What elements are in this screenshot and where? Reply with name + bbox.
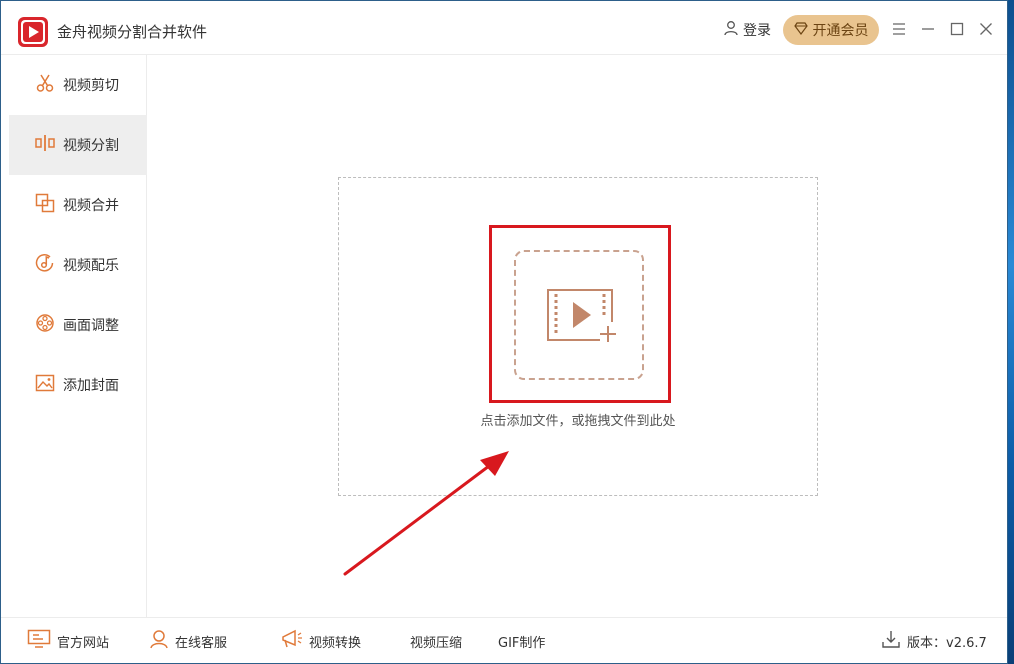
footer-item-label: 视频压缩 <box>410 635 463 651</box>
video-compress-link[interactable]: 视频压缩 <box>410 630 462 652</box>
footer-item-label: 在线客服 <box>175 635 228 651</box>
menu-icon[interactable] <box>890 20 908 38</box>
merge-icon <box>35 193 55 217</box>
film-reel-icon <box>35 313 55 337</box>
version-info[interactable]: 版本：v2.6.7 <box>881 630 987 652</box>
sidebar-item-add-cover[interactable]: 添加封面 <box>9 355 147 415</box>
add-file-button[interactable] <box>514 250 644 380</box>
sidebar-item-label: 视频剪切 <box>63 78 119 94</box>
image-icon <box>35 373 55 397</box>
footer-item-label: 视频转换 <box>309 635 362 651</box>
drop-hint-text: 点击添加文件，或拖拽文件到此处 <box>480 414 676 429</box>
window-left-margin <box>1 55 9 617</box>
sidebar-item-video-split[interactable]: 视频分割 <box>9 115 147 175</box>
login-label: 登录 <box>743 23 771 39</box>
app-window: 金舟视频分割合并软件 登录 开通会员 视频剪切 视频分割 视频合并 视频配乐 画… <box>0 0 1008 664</box>
footer-bar: 官方网站 在线客服 视频转换 视频压缩 GIF制作 版本：v2.6.7 <box>1 617 1007 663</box>
diamond-icon <box>793 21 808 39</box>
vip-button[interactable]: 开通会员 <box>783 15 879 45</box>
music-icon <box>35 253 55 277</box>
close-icon[interactable] <box>977 20 995 38</box>
app-logo-icon <box>18 17 48 47</box>
official-website-link[interactable]: 官方网站 <box>27 629 110 653</box>
sidebar: 视频剪切 视频分割 视频合并 视频配乐 画面调整 添加封面 <box>9 55 147 617</box>
split-icon <box>35 133 55 157</box>
vip-label: 开通会员 <box>812 23 869 39</box>
sidebar-item-label: 画面调整 <box>63 318 119 334</box>
scissors-icon <box>35 73 55 97</box>
minimize-icon[interactable] <box>919 20 937 38</box>
sidebar-item-picture-adjust[interactable]: 画面调整 <box>9 295 147 355</box>
sidebar-item-label: 视频配乐 <box>63 258 119 274</box>
version-label: 版本：v2.6.7 <box>907 635 987 651</box>
video-convert-link[interactable]: 视频转换 <box>281 629 362 653</box>
login-button[interactable]: 登录 <box>723 20 771 40</box>
app-title: 金舟视频分割合并软件 <box>57 23 208 41</box>
title-bar: 金舟视频分割合并软件 登录 开通会员 <box>1 1 1007 55</box>
sidebar-item-video-music[interactable]: 视频配乐 <box>9 235 147 295</box>
footer-item-label: 官方网站 <box>57 635 110 651</box>
maximize-icon[interactable] <box>948 20 966 38</box>
gif-maker-link[interactable]: GIF制作 <box>498 630 545 652</box>
support-icon <box>149 629 169 653</box>
sidebar-item-video-merge[interactable]: 视频合并 <box>9 175 147 235</box>
footer-item-label: GIF制作 <box>498 635 546 651</box>
main-area: 点击添加文件，或拖拽文件到此处 <box>148 55 1007 617</box>
monitor-icon <box>27 629 51 653</box>
annotation-arrow-icon <box>337 446 517 585</box>
user-icon <box>723 20 739 40</box>
online-support-link[interactable]: 在线客服 <box>149 630 227 652</box>
megaphone-icon <box>281 629 303 653</box>
sidebar-item-label: 添加封面 <box>63 378 119 394</box>
sidebar-item-video-cut[interactable]: 视频剪切 <box>9 55 147 115</box>
download-icon <box>881 629 901 653</box>
sidebar-item-label: 视频合并 <box>63 198 119 214</box>
sidebar-item-label: 视频分割 <box>63 138 119 154</box>
